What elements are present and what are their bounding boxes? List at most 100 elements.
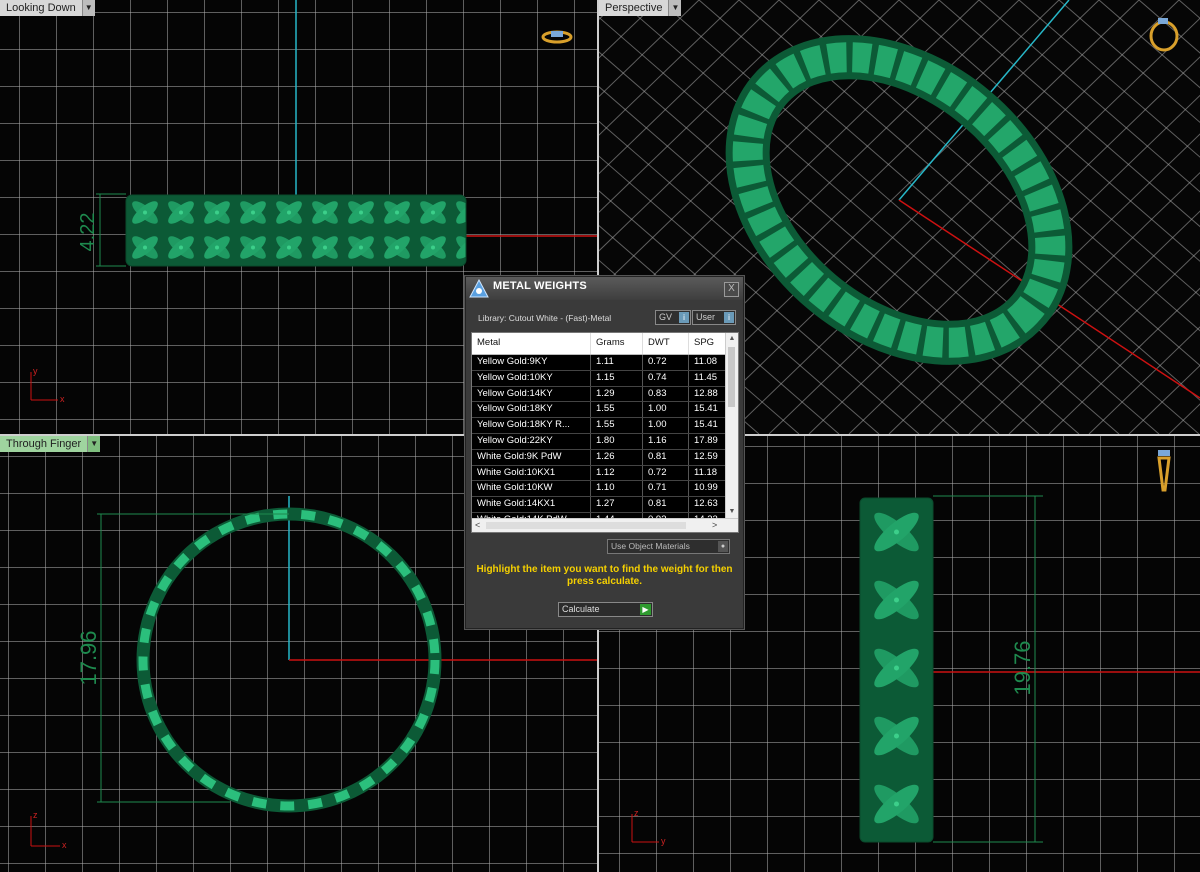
cell-grams: 1.11 xyxy=(591,355,643,370)
table-row[interactable]: Yellow Gold:10KY 1.15 0.74 11.45 xyxy=(472,370,726,387)
cell-metal: White Gold:9K PdW xyxy=(472,449,591,465)
cell-dwt: 1.16 xyxy=(643,433,689,449)
cell-spg: 11.08 xyxy=(689,355,726,370)
cell-metal: White Gold:10KX1 xyxy=(472,465,591,481)
vertical-scrollbar[interactable]: ▲ ▼ xyxy=(725,333,738,518)
cell-metal: White Gold:10KW xyxy=(472,481,591,497)
cell-spg: 15.41 xyxy=(689,418,726,433)
cell-grams: 1.80 xyxy=(591,433,643,449)
axis-label-y: y xyxy=(661,836,666,846)
close-button[interactable]: X xyxy=(724,282,739,297)
scroll-up-icon[interactable]: ▲ xyxy=(726,333,738,345)
table-body: Yellow Gold:9KY 1.11 0.72 11.08 Yellow Gold:… xyxy=(472,355,726,529)
cell-grams: 1.10 xyxy=(591,481,643,497)
cell-spg: 12.88 xyxy=(689,386,726,402)
table-row[interactable]: Yellow Gold:14KY 1.29 0.83 12.88 xyxy=(472,386,726,403)
chevron-down-icon[interactable]: ▼ xyxy=(88,436,101,452)
metal-weights-dialog: METAL WEIGHTS X Library: Cutout White - … xyxy=(465,276,744,629)
library-label: Library: Cutout White - (Fast)-Metal xyxy=(478,313,612,323)
axis-label-x: x xyxy=(60,394,65,404)
cell-grams: 1.15 xyxy=(591,370,643,386)
cell-spg: 11.18 xyxy=(689,465,726,481)
cell-metal: Yellow Gold:10KY xyxy=(472,370,591,386)
scroll-right-icon[interactable]: > xyxy=(712,519,717,532)
cell-grams: 1.29 xyxy=(591,386,643,402)
cell-grams: 1.26 xyxy=(591,449,643,465)
table-row[interactable]: Yellow Gold:18KY R... 1.55 1.00 15.41 xyxy=(472,418,726,434)
cell-dwt: 0.81 xyxy=(643,497,689,512)
viewport-label[interactable]: Through Finger ▼ xyxy=(0,436,101,452)
use-object-materials-label: Use Object Materials xyxy=(611,541,690,551)
cell-grams: 1.55 xyxy=(591,418,643,433)
cell-dwt: 0.72 xyxy=(643,465,689,481)
table-row[interactable]: White Gold:10KW 1.10 0.71 10.99 xyxy=(472,481,726,498)
user-label: User xyxy=(696,312,716,322)
axis-label-z: z xyxy=(33,810,38,820)
calculate-button[interactable]: Calculate ▶ xyxy=(558,602,653,617)
table-row[interactable]: Yellow Gold:9KY 1.11 0.72 11.08 xyxy=(472,355,726,371)
cell-metal: Yellow Gold:18KY R... xyxy=(472,418,591,433)
play-icon: ▶ xyxy=(640,604,651,615)
chevron-down-icon[interactable]: ▼ xyxy=(82,0,95,16)
gv-button[interactable]: GV i xyxy=(655,310,691,325)
cell-spg: 17.89 xyxy=(689,433,726,449)
ring-view-icon[interactable] xyxy=(541,30,573,44)
dimension-label: 17.96 xyxy=(76,630,101,685)
calculate-label: Calculate xyxy=(562,604,600,614)
table-header: Metal Grams DWT SPG xyxy=(472,333,726,355)
settings-icon: ● xyxy=(718,541,728,552)
table-row[interactable]: White Gold:14KX1 1.27 0.81 12.63 xyxy=(472,497,726,513)
cell-dwt: 1.00 xyxy=(643,418,689,433)
use-object-materials-button[interactable]: Use Object Materials ● xyxy=(607,539,730,554)
cell-spg: 15.41 xyxy=(689,402,726,418)
viewport-title: Perspective xyxy=(599,0,670,16)
scroll-thumb[interactable] xyxy=(728,347,735,407)
cell-grams: 1.55 xyxy=(591,402,643,418)
dimension-label: 19.76 xyxy=(1010,640,1035,695)
viewport-label[interactable]: Looking Down ▼ xyxy=(0,0,95,16)
viewport-title: Through Finger xyxy=(0,436,89,452)
table-row[interactable]: Yellow Gold:18KY 1.55 1.00 15.41 xyxy=(472,402,726,419)
table-row[interactable]: White Gold:9K PdW 1.26 0.81 12.59 xyxy=(472,449,726,466)
table-row[interactable]: White Gold:10KX1 1.12 0.72 11.18 xyxy=(472,465,726,482)
cell-dwt: 0.72 xyxy=(643,355,689,370)
user-button[interactable]: User i xyxy=(692,310,736,325)
cell-spg: 12.63 xyxy=(689,497,726,512)
metal-table[interactable]: Metal Grams DWT SPG Yellow Gold:9KY 1.11 0… xyxy=(471,332,739,533)
chevron-down-icon[interactable]: ▼ xyxy=(669,0,682,16)
ring-view-icon[interactable] xyxy=(1157,450,1171,492)
cell-dwt: 1.00 xyxy=(643,402,689,418)
info-icon: i xyxy=(724,312,734,323)
axis-label-x: x xyxy=(62,840,67,850)
column-header-dwt[interactable]: DWT xyxy=(643,333,689,354)
axis-label-z: z xyxy=(634,808,639,818)
cell-dwt: 0.83 xyxy=(643,386,689,402)
cell-metal: Yellow Gold:22KY xyxy=(472,433,591,449)
horizontal-scrollbar[interactable]: < > xyxy=(472,518,738,532)
cell-spg: 12.59 xyxy=(689,449,726,465)
cell-metal: White Gold:14KX1 xyxy=(472,497,591,512)
dialog-titlebar[interactable]: METAL WEIGHTS X xyxy=(466,277,743,300)
cell-metal: Yellow Gold:14KY xyxy=(472,386,591,402)
column-header-metal[interactable]: Metal xyxy=(472,333,591,354)
cell-spg: 10.99 xyxy=(689,481,726,497)
scroll-down-icon[interactable]: ▼ xyxy=(726,506,738,518)
viewport-title: Looking Down xyxy=(0,0,83,16)
table-row[interactable]: Yellow Gold:22KY 1.80 1.16 17.89 xyxy=(472,433,726,450)
axis-label-y: y xyxy=(33,366,38,376)
cell-dwt: 0.74 xyxy=(643,370,689,386)
instruction-message: Highlight the item you want to find the … xyxy=(476,564,733,587)
scroll-left-icon[interactable]: < xyxy=(475,519,480,532)
cell-grams: 1.27 xyxy=(591,497,643,512)
cell-dwt: 0.81 xyxy=(643,449,689,465)
gv-label: GV xyxy=(659,312,673,322)
column-header-grams[interactable]: Grams xyxy=(591,333,643,354)
flask-icon xyxy=(469,279,489,298)
cell-spg: 11.45 xyxy=(689,370,726,386)
cell-metal: Yellow Gold:18KY xyxy=(472,402,591,418)
viewport-label[interactable]: Perspective ▼ xyxy=(599,0,682,16)
cell-dwt: 0.71 xyxy=(643,481,689,497)
column-header-spg[interactable]: SPG xyxy=(689,333,726,354)
dialog-title: METAL WEIGHTS xyxy=(493,280,587,292)
scroll-thumb[interactable] xyxy=(486,522,686,529)
